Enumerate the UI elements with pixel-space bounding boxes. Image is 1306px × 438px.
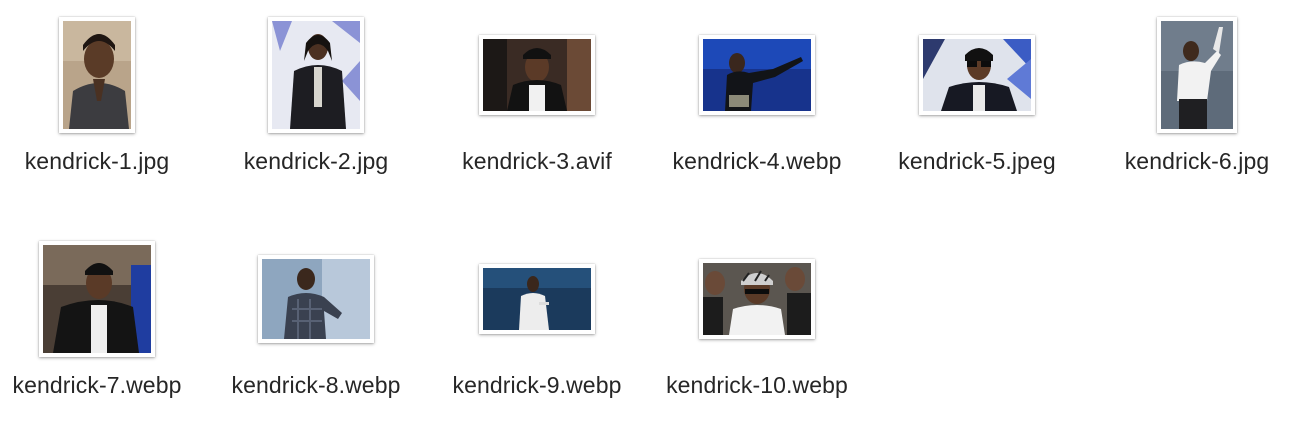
file-thumbnail[interactable] (479, 264, 595, 334)
file-thumbnail[interactable] (699, 259, 815, 339)
landscape-photo-icon (483, 39, 591, 111)
landscape-photo-icon (262, 259, 370, 339)
landscape-photo-icon (483, 268, 591, 330)
file-name: kendrick-10.webp (666, 372, 848, 398)
landscape-photo-icon (923, 39, 1031, 111)
file-item-kendrick-6[interactable]: kendrick-6.jpg (1097, 10, 1297, 210)
file-thumbnail[interactable] (59, 17, 135, 133)
landscape-photo-icon (703, 39, 811, 111)
file-name: kendrick-5.jpeg (898, 148, 1056, 174)
file-name: kendrick-6.jpg (1124, 148, 1270, 174)
file-item-kendrick-7[interactable]: kendrick-7.webp (0, 234, 197, 434)
file-name: kendrick-8.webp (231, 372, 401, 398)
landscape-photo-icon (703, 263, 811, 335)
file-item-kendrick-8[interactable]: kendrick-8.webp (216, 234, 416, 434)
file-thumbnail[interactable] (699, 35, 815, 115)
file-item-kendrick-10[interactable]: kendrick-10.webp (657, 234, 857, 434)
file-item-kendrick-5[interactable]: kendrick-5.jpeg (877, 10, 1077, 210)
file-thumbnail[interactable] (919, 35, 1035, 115)
file-item-kendrick-4[interactable]: kendrick-4.webp (657, 10, 857, 210)
portrait-photo-icon (63, 21, 131, 129)
file-item-kendrick-2[interactable]: kendrick-2.jpg (216, 10, 416, 210)
file-thumbnail[interactable] (479, 35, 595, 115)
file-name: kendrick-4.webp (672, 148, 842, 174)
file-name: kendrick-3.avif (462, 148, 612, 174)
file-name: kendrick-1.jpg (24, 148, 170, 174)
file-name: kendrick-7.webp (12, 372, 182, 398)
file-name: kendrick-2.jpg (243, 148, 389, 174)
file-name: kendrick-9.webp (452, 372, 622, 398)
file-item-kendrick-9[interactable]: kendrick-9.webp (437, 234, 637, 434)
file-item-kendrick-1[interactable]: kendrick-1.jpg (0, 10, 197, 210)
file-thumbnail[interactable] (1157, 17, 1237, 133)
file-item-kendrick-3[interactable]: kendrick-3.avif (437, 10, 637, 210)
file-thumbnail[interactable] (258, 255, 374, 343)
file-thumbnail[interactable] (268, 17, 364, 133)
file-thumbnail[interactable] (39, 241, 155, 357)
portrait-photo-icon (272, 21, 360, 129)
landscape-photo-icon (43, 245, 151, 353)
portrait-photo-icon (1161, 21, 1233, 129)
